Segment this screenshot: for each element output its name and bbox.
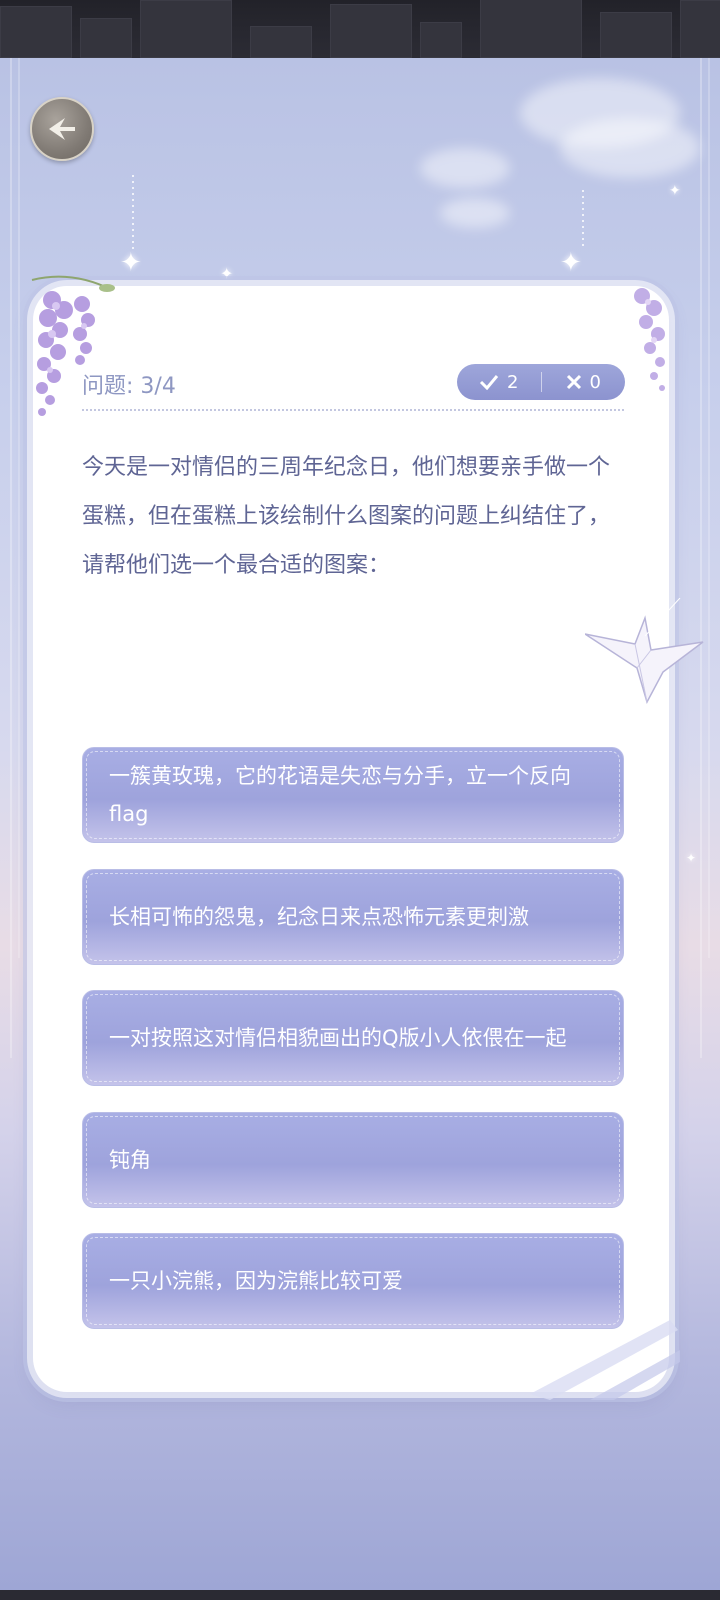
answer-option-label: 一只小浣熊，因为浣熊比较可爱 — [109, 1269, 403, 1293]
paper-crane-decoration — [585, 598, 704, 704]
question-progress: 问题: 3/4 — [82, 374, 176, 399]
ribbon-decoration — [530, 1320, 680, 1400]
sparkle-icon: ✦ — [686, 851, 697, 865]
answer-option-3[interactable]: 一对按照这对情侣相貌画出的Q版小人依偎在一起 — [82, 990, 624, 1086]
sparkle-icon: ✦ — [560, 248, 582, 278]
correct-count: 2 — [507, 371, 519, 393]
sparkle-icon: ✦ — [120, 248, 142, 278]
bottom-strip — [0, 1590, 720, 1600]
check-icon — [479, 375, 499, 390]
answer-option-label: 钝角 — [109, 1148, 151, 1172]
answer-option-label: 长相可怖的怨鬼，纪念日来点恐怖元素更刺激 — [109, 905, 529, 929]
answer-option-4[interactable]: 钝角 — [82, 1112, 624, 1208]
cross-icon — [566, 374, 581, 390]
sparkle-icon: ✦ — [220, 264, 234, 283]
question-text: 今天是一对情侣的三周年纪念日，他们想要亲手做一个蛋糕，但在蛋糕上该绘制什么图案的… — [82, 455, 611, 578]
answer-option-label: 一对按照这对情侣相貌画出的Q版小人依偎在一起 — [109, 1026, 567, 1050]
answer-option-2[interactable]: 长相可怖的怨鬼，纪念日来点恐怖元素更刺激 — [82, 869, 624, 965]
sparkle-icon: ✦ — [669, 183, 681, 199]
header-divider — [82, 409, 624, 411]
wisteria-decoration-right — [634, 288, 665, 391]
answer-option-1[interactable]: 一簇黄玫瑰，它的花语是失恋与分手，立一个反向flag — [82, 747, 624, 843]
back-button[interactable] — [30, 97, 94, 161]
score-badge: 2 0 — [457, 364, 625, 400]
back-arrow-icon — [49, 118, 75, 140]
answer-option-label: 一簇黄玫瑰，它的花语是失恋与分手，立一个反向flag — [109, 764, 571, 826]
wrong-count: 0 — [589, 371, 601, 393]
